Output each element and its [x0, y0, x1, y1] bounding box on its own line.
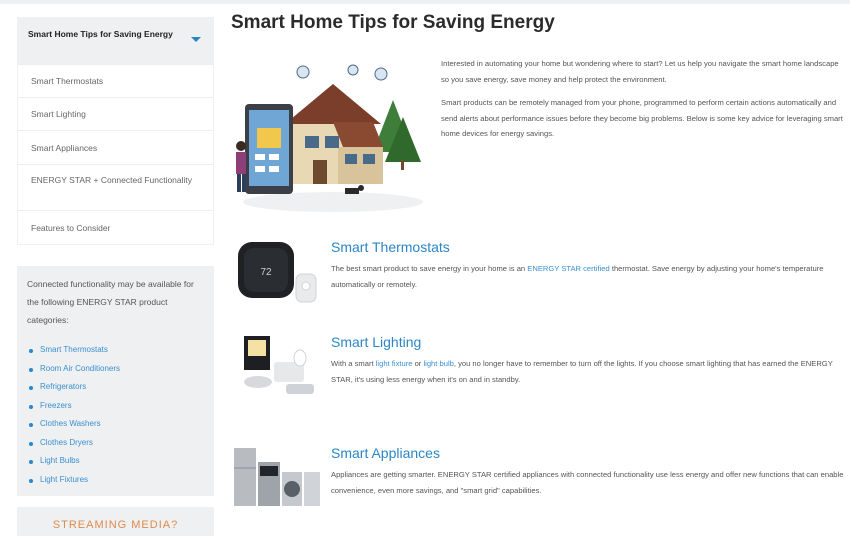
sidebar-item-smart-lighting[interactable]: Smart Lighting	[18, 97, 213, 130]
category-link-light-fixtures[interactable]: Light Fixtures	[27, 471, 204, 490]
category-link-smart-thermostats[interactable]: Smart Thermostats	[27, 341, 204, 360]
thermostat-image: 72	[238, 242, 317, 303]
section-smart-lighting: Smart Lighting With a smart light fixtur…	[331, 334, 846, 387]
sidebar-nav-heading[interactable]: Smart Home Tips for Saving Energy	[18, 18, 213, 64]
categories-intro: Connected functionality may be available…	[27, 279, 194, 325]
categories-list: Smart Thermostats Room Air Conditioners …	[27, 341, 204, 489]
smart-home-illustration	[236, 64, 423, 212]
sidebar-nav-heading-label: Smart Home Tips for Saving Energy	[28, 29, 173, 39]
top-strip	[0, 0, 850, 4]
sidebar-item-smart-thermostats[interactable]: Smart Thermostats	[18, 64, 213, 97]
category-link-room-air-conditioners[interactable]: Room Air Conditioners	[27, 360, 204, 379]
text-run: With a smart	[331, 359, 376, 368]
smart-lighting-image	[244, 336, 314, 394]
intro-text: Interested in automating your home but w…	[441, 56, 844, 142]
chevron-down-icon[interactable]	[191, 37, 201, 42]
section-heading-smart-appliances: Smart Appliances	[331, 445, 440, 461]
light-fixture-link[interactable]: light fixture	[376, 359, 413, 368]
svg-text:72: 72	[260, 267, 272, 278]
category-link-light-bulbs[interactable]: Light Bulbs	[27, 452, 204, 471]
section-text-smart-thermostats: The best smart product to save energy in…	[331, 261, 846, 292]
sidebar-item-features-to-consider[interactable]: Features to Consider	[18, 210, 213, 244]
text-run: or	[412, 359, 424, 368]
categories-box: Connected functionality may be available…	[17, 266, 214, 496]
page-title: Smart Home Tips for Saving Energy	[231, 12, 555, 33]
smart-appliances-image	[234, 448, 320, 506]
section-heading-smart-lighting: Smart Lighting	[331, 334, 422, 350]
text-run: The best smart product to save energy in…	[331, 264, 528, 273]
streaming-media-label: STREAMING MEDIA?	[52, 519, 179, 531]
energy-star-certified-link[interactable]: ENERGY STAR certified	[527, 264, 609, 273]
sidebar-item-connected-functionality[interactable]: ENERGY STAR + Connected Functionality	[18, 164, 213, 210]
section-text-smart-appliances: Appliances are getting smarter. ENERGY S…	[331, 470, 844, 495]
section-smart-thermostats: Smart Thermostats The best smart product…	[331, 239, 846, 292]
sidebar-nav: Smart Home Tips for Saving Energy Smart …	[17, 17, 214, 245]
light-bulb-link[interactable]: light bulb	[423, 359, 453, 368]
category-link-clothes-dryers[interactable]: Clothes Dryers	[27, 434, 204, 453]
section-smart-appliances: Smart Appliances Appliances are getting …	[331, 445, 846, 498]
category-link-refrigerators[interactable]: Refrigerators	[27, 378, 204, 397]
category-link-freezers[interactable]: Freezers	[27, 397, 204, 416]
intro-paragraph-2: Smart products can be remotely managed f…	[441, 98, 843, 138]
section-text-smart-lighting: With a smart light fixture or light bulb…	[331, 356, 846, 387]
category-link-clothes-washers[interactable]: Clothes Washers	[27, 415, 204, 434]
sidebar: Smart Home Tips for Saving Energy Smart …	[17, 17, 214, 536]
section-heading-smart-thermostats: Smart Thermostats	[331, 239, 450, 255]
intro-paragraph-1: Interested in automating your home but w…	[441, 59, 839, 84]
sidebar-item-smart-appliances[interactable]: Smart Appliances	[18, 130, 213, 164]
streaming-media-banner[interactable]: STREAMING MEDIA?	[17, 507, 214, 536]
